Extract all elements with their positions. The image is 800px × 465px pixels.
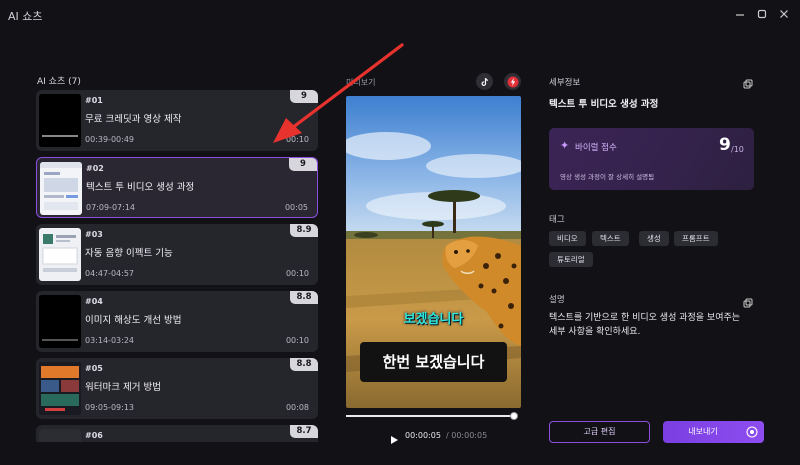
- clip-thumbnail: [40, 162, 82, 215]
- current-time: 00:00:05: [405, 431, 441, 440]
- clip-duration: 00:10: [285, 135, 309, 144]
- tag-chip[interactable]: 비디오: [549, 231, 586, 246]
- bolt-button[interactable]: [504, 73, 521, 90]
- clip-time-range: 04:47-04:57: [85, 269, 134, 278]
- clip-number: #05: [85, 364, 103, 373]
- description-label: 설명: [549, 295, 565, 305]
- advanced-edit-button[interactable]: 고급 편집: [549, 421, 650, 443]
- clip-score-badge: 8.8: [290, 358, 318, 371]
- clip-score-badge: 8.9: [290, 224, 318, 237]
- export-label: 내보내기: [688, 427, 718, 436]
- clip-item-03[interactable]: #03 자동 음향 이펙트 기능 04:47-04:57 00:10 8.9: [36, 224, 318, 285]
- video-progress-bar[interactable]: [346, 415, 514, 417]
- clip-number: #03: [85, 230, 103, 239]
- tag-chip[interactable]: 텍스트: [592, 231, 629, 246]
- clip-time-range: 00:39-00:49: [85, 135, 134, 144]
- clip-list-header: AI 쇼츠 (7): [37, 77, 81, 87]
- app-title: AI 쇼츠: [8, 10, 43, 23]
- clip-number: #06: [85, 431, 103, 440]
- clip-number: #02: [86, 164, 104, 173]
- viral-score-value: 9: [719, 135, 731, 155]
- clip-thumbnail: [39, 94, 81, 147]
- clip-thumbnail: [39, 228, 81, 281]
- clip-thumbnail: [39, 429, 81, 442]
- clip-list[interactable]: #01 무료 크레딧과 영상 제작 00:39-00:49 00:10 9 #0…: [36, 90, 318, 442]
- description-text: 텍스트를 기반으로 한 비디오 생성 과정을 보여주는 세부 사항을 확인하세요…: [549, 313, 741, 337]
- copy-title-button[interactable]: [743, 74, 753, 89]
- viral-score-label: 바이럴 점수: [575, 143, 617, 153]
- copy-description-button[interactable]: [743, 293, 753, 308]
- sparkle-icon: ✦: [560, 139, 570, 152]
- clip-title: 무료 크레딧과 영상 제작: [85, 114, 182, 125]
- clip-item-06[interactable]: #06 8.7: [36, 425, 318, 442]
- clip-score-badge: 8.8: [290, 291, 318, 304]
- maximize-button[interactable]: [752, 5, 772, 23]
- clip-item-04[interactable]: #04 이미지 해상도 개선 방법 03:14-03:24 00:10 8.8: [36, 291, 318, 352]
- preview-label: 미리보기: [346, 78, 376, 87]
- detail-title: 텍스트 투 비디오 생성 과정: [549, 99, 659, 110]
- tag-chip[interactable]: 튜토리얼: [549, 252, 593, 267]
- minimize-icon: [736, 14, 744, 16]
- close-icon: [780, 10, 788, 18]
- tiktok-button[interactable]: [476, 73, 493, 90]
- target-icon: [746, 426, 758, 438]
- clip-number: #01: [85, 96, 103, 105]
- clip-time-range: 09:05-09:13: [85, 403, 134, 412]
- play-icon: [391, 436, 398, 444]
- lightning-icon: [507, 76, 518, 87]
- viral-score-max: /10: [731, 145, 744, 154]
- clip-title: 이미지 해상도 개선 방법: [85, 315, 182, 326]
- clip-duration: 00:08: [285, 403, 309, 412]
- clip-title: 워터마크 제거 방법: [85, 382, 161, 393]
- tag-chip[interactable]: 프롬프트: [674, 231, 718, 246]
- tag-chip[interactable]: 생성: [639, 231, 669, 246]
- clip-duration: 00:10: [285, 336, 309, 345]
- subtitle-caption: 한번 보겠습니다: [360, 342, 507, 382]
- clip-time-range: 03:14-03:24: [85, 336, 134, 345]
- subtitle-small: 보겠습니다: [403, 312, 464, 327]
- play-button[interactable]: [389, 430, 399, 444]
- clip-duration: 00:10: [285, 269, 309, 278]
- clip-time-range: 07:09-07:14: [86, 203, 135, 212]
- details-label: 세부정보: [549, 78, 581, 88]
- clip-number: #04: [85, 297, 103, 306]
- clip-item-01[interactable]: #01 무료 크레딧과 영상 제작 00:39-00:49 00:10 9: [36, 90, 318, 151]
- clip-thumbnail: [39, 295, 81, 348]
- clip-item-02[interactable]: #02 텍스트 투 비디오 생성 과정 07:09-07:14 00:05 9: [36, 157, 318, 218]
- clip-score-badge: 8.7: [290, 425, 318, 438]
- clip-title: 자동 음향 이펙트 기능: [85, 248, 173, 259]
- viral-score-description: 영상 생성 과정이 잘 상세히 설명됨: [560, 173, 655, 181]
- total-time: / 00:00:05: [446, 431, 488, 440]
- video-preview[interactable]: 보겠습니다 한번 보겠습니다: [346, 96, 521, 408]
- clip-thumbnail: [39, 362, 81, 415]
- clip-title: 텍스트 투 비디오 생성 과정: [86, 182, 195, 193]
- copy-icon: [743, 79, 753, 89]
- close-button[interactable]: [774, 5, 794, 23]
- viral-score-card: ✦ 바이럴 점수 9 /10 영상 생성 과정이 잘 상세히 설명됨: [549, 128, 754, 190]
- clip-item-05[interactable]: #05 워터마크 제거 방법 09:05-09:13 00:08 8.8: [36, 358, 318, 419]
- minimize-button[interactable]: [730, 5, 750, 23]
- progress-handle[interactable]: [510, 412, 518, 420]
- clip-score-badge: 9: [290, 90, 318, 103]
- maximize-icon: [757, 9, 767, 19]
- tags-label: 태그: [549, 215, 565, 225]
- tiktok-icon: [481, 77, 488, 86]
- clip-duration: 00:05: [284, 203, 308, 212]
- copy-icon: [743, 298, 753, 308]
- clip-score-badge: 9: [289, 158, 317, 171]
- title-bar: AI 쇼츠: [0, 0, 800, 30]
- export-button[interactable]: 내보내기: [663, 421, 764, 443]
